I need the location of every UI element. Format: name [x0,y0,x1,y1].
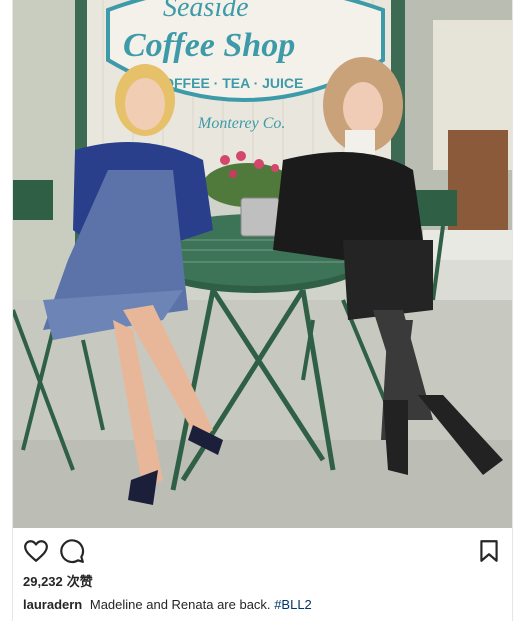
caption-text: Madeline and Renata are back. [89,597,271,612]
caption-username[interactable]: lauradern [23,597,82,612]
bookmark-outline-icon[interactable] [476,538,502,564]
svg-text:Seaside: Seaside [163,0,249,23]
post-actions [13,528,512,572]
like-count-number: 29,232 [23,574,63,589]
caption-hashtag[interactable]: #BLL2 [274,597,312,612]
like-count-label: 次赞 [66,574,93,589]
svg-text:Coffee Shop: Coffee Shop [123,27,295,64]
like-count[interactable]: 29,232 次赞 [23,571,97,590]
instagram-post: Seaside Coffee Shop COFFEE · TEA · JUICE… [12,0,513,621]
speech-bubble-icon[interactable] [59,538,85,564]
post-photo[interactable]: Seaside Coffee Shop COFFEE · TEA · JUICE… [13,0,512,528]
post-caption: lauradern Madeline and Renata are back. … [23,597,312,612]
svg-text:COFFEE · TEA · JUICE: COFFEE · TEA · JUICE [153,75,303,91]
heart-outline-icon[interactable] [23,538,49,564]
svg-text:Monterey Co.: Monterey Co. [197,115,285,132]
